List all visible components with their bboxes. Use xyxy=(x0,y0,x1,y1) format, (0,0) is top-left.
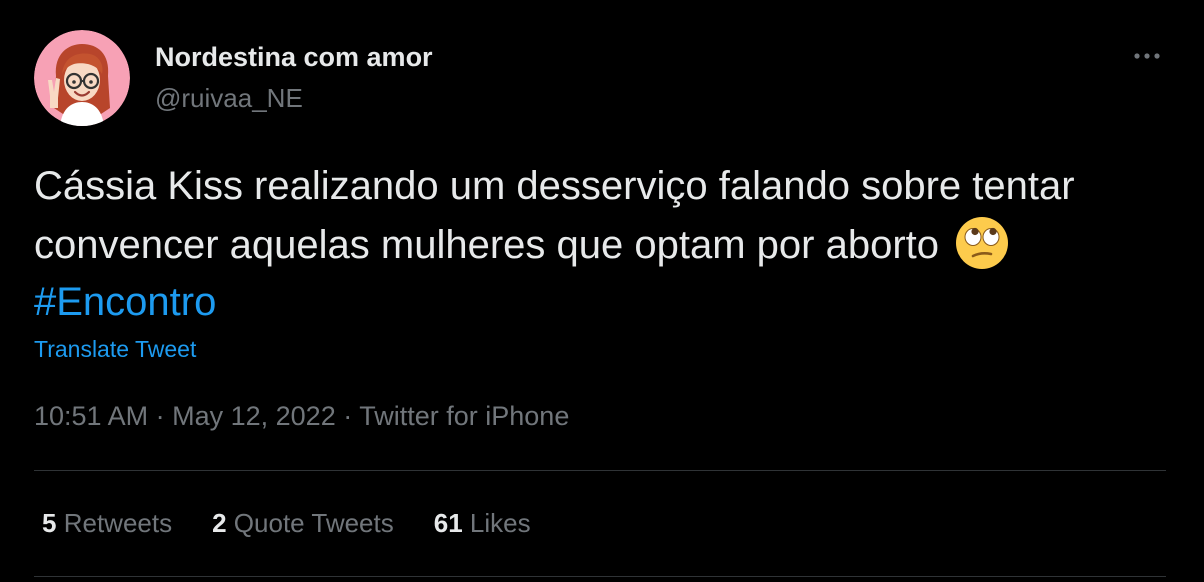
more-dots-icon xyxy=(1134,53,1160,59)
likes-label: Likes xyxy=(469,508,531,538)
cartoon-avatar-icon xyxy=(34,30,130,126)
retweets-label: Retweets xyxy=(63,508,173,538)
author-display-name[interactable]: Nordestina com amor xyxy=(155,42,433,73)
tweet-time[interactable]: 10:51 AM xyxy=(34,401,148,431)
more-options-button[interactable] xyxy=(1128,40,1166,72)
tweet-date[interactable]: May 12, 2022 xyxy=(172,401,336,431)
likes-count: 61 xyxy=(433,508,463,538)
hashtag-link[interactable]: #Encontro xyxy=(34,280,216,324)
retweets-count: 5 xyxy=(42,508,57,538)
quote-tweets-label: Quote Tweets xyxy=(233,508,394,538)
meta-separator: · xyxy=(155,401,165,431)
author-handle[interactable]: @ruivaa_NE xyxy=(155,83,303,114)
tweet-body-text: Cássia Kiss realizando um desserviço fal… xyxy=(34,164,1075,267)
quote-tweets-stat[interactable]: 2 Quote Tweets xyxy=(212,508,394,539)
tweet-detail: Nordestina com amor @ruivaa_NE Cássia Ki… xyxy=(0,0,1204,582)
retweets-stat[interactable]: 5 Retweets xyxy=(42,508,172,539)
divider xyxy=(34,470,1166,471)
engagement-stats: 5 Retweets 2 Quote Tweets 61 Likes xyxy=(42,508,571,539)
likes-stat[interactable]: 61 Likes xyxy=(434,508,531,539)
tweet-source[interactable]: Twitter for iPhone xyxy=(359,401,569,431)
tweet-meta: 10:51 AM · May 12, 2022 · Twitter for iP… xyxy=(34,401,569,432)
translate-tweet-link[interactable]: Translate Tweet xyxy=(34,336,196,363)
meta-separator: · xyxy=(343,401,353,431)
face-with-rolling-eyes-emoji xyxy=(956,217,1009,269)
quote-tweets-count: 2 xyxy=(212,508,227,538)
tweet-text: Cássia Kiss realizando um desserviço fal… xyxy=(34,158,1154,331)
divider xyxy=(34,576,1166,577)
avatar[interactable] xyxy=(34,30,130,126)
